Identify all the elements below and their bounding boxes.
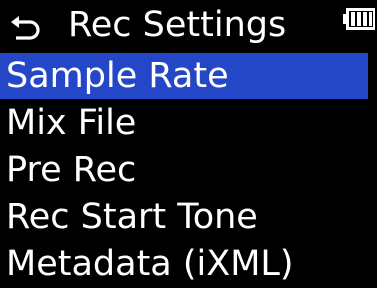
battery-icon	[343, 8, 375, 30]
menu-item-mix-file[interactable]: Mix File	[0, 100, 377, 146]
recorder-screen: Rec Settings Sample Rate Mix File Pre Re…	[0, 0, 377, 286]
menu-item-pre-rec[interactable]: Pre Rec	[0, 147, 377, 193]
menu-item-sample-rate[interactable]: Sample Rate	[0, 53, 368, 99]
header-bar: Rec Settings	[0, 0, 377, 50]
rec-settings-menu: Sample Rate Mix File Pre Rec Rec Start T…	[0, 53, 377, 288]
back-button[interactable]	[2, 8, 48, 46]
page-title: Rec Settings	[68, 5, 287, 45]
menu-item-metadata-ixml[interactable]: Metadata (iXML)	[0, 241, 377, 287]
return-arrow-icon	[10, 14, 40, 40]
menu-item-rec-start-tone[interactable]: Rec Start Tone	[0, 194, 377, 240]
